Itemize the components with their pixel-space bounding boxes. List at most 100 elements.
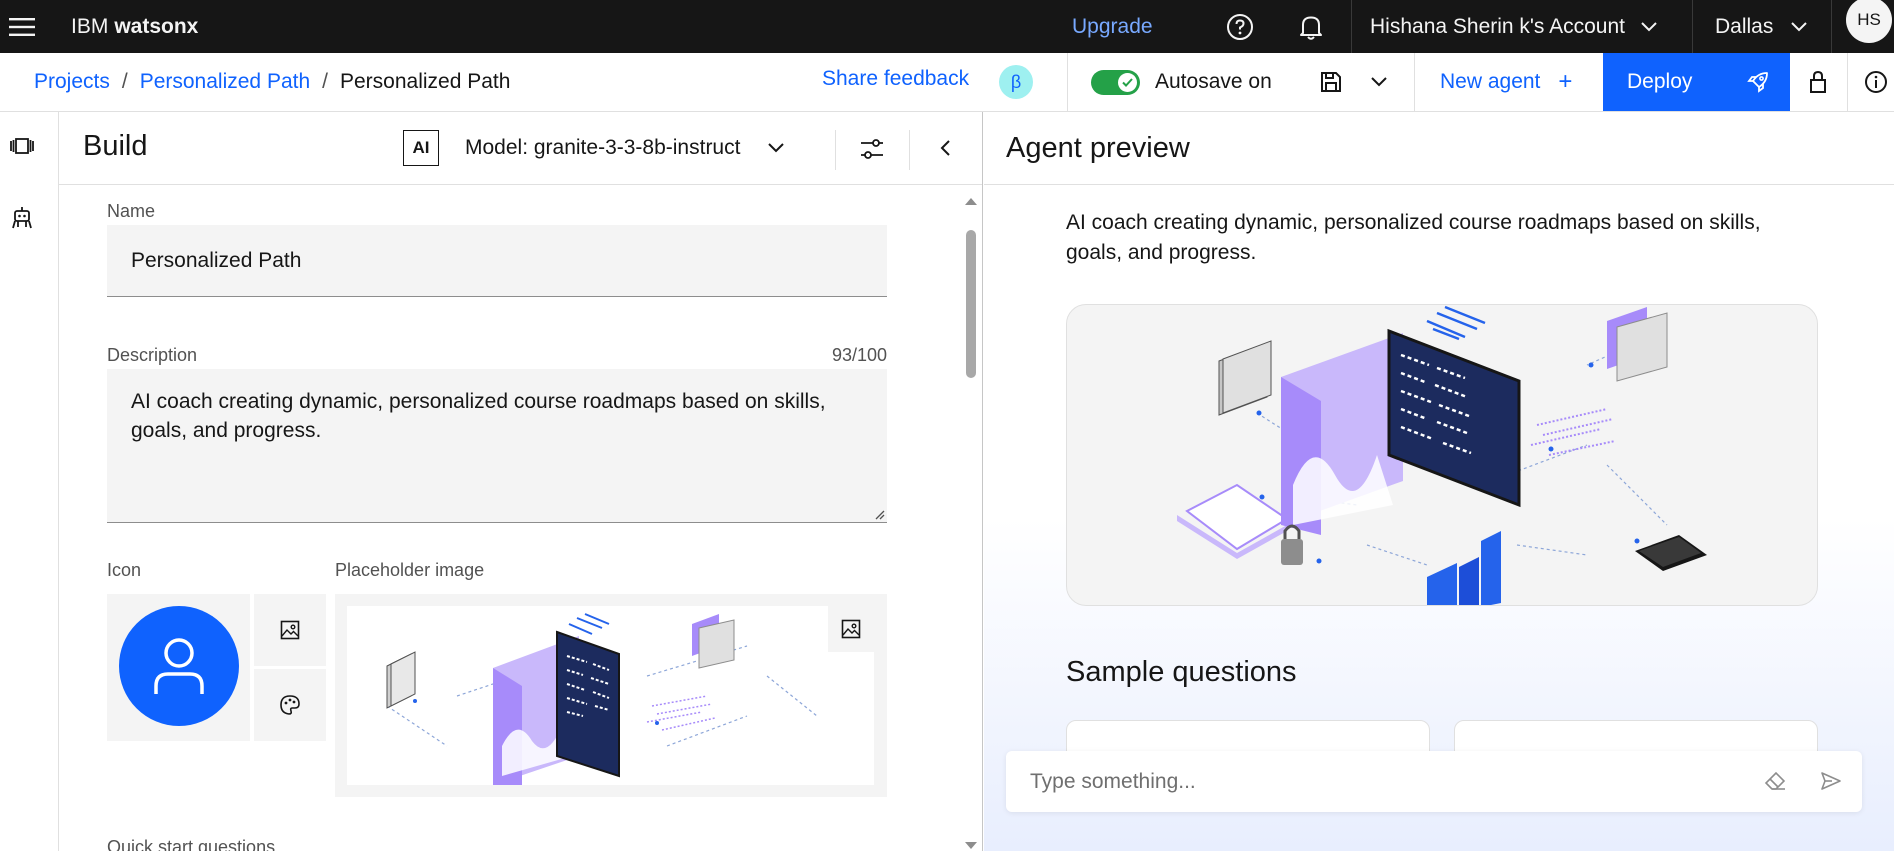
chevron-left-icon (940, 140, 950, 156)
region-switcher[interactable]: Dallas (1715, 0, 1808, 53)
avatar-initials: HS (1857, 10, 1881, 29)
project-header: Projects / Personalized Path / Personali… (0, 53, 1894, 112)
name-input[interactable]: Personalized Path (107, 225, 887, 297)
divider (1831, 0, 1832, 53)
chat-input-placeholder: Type something... (1030, 769, 1196, 793)
chevron-down-icon (1791, 21, 1808, 31)
description-value: AI coach creating dynamic, personalized … (131, 390, 826, 442)
sample-questions-heading: Sample questions (1066, 656, 1297, 688)
placeholder-image (347, 606, 874, 785)
share-feedback-link[interactable]: Share feedback (822, 50, 969, 108)
eraser-icon[interactable] (1764, 771, 1786, 791)
save-options-dropdown[interactable] (1370, 53, 1388, 111)
quick-start-questions-label: Quick start questions (107, 837, 276, 851)
icon-color-button[interactable] (254, 669, 326, 741)
autosave-label: Autosave on (1155, 70, 1272, 93)
build-title: Build (83, 130, 148, 162)
lock-icon (1810, 70, 1826, 93)
palette-icon (280, 695, 300, 715)
product-brand[interactable]: IBM watsonx (71, 0, 198, 53)
chat-input-bar[interactable]: Type something... (1006, 751, 1862, 812)
collapse-panel-button[interactable] (935, 136, 955, 160)
placeholder-image-tile (335, 594, 887, 797)
info-icon (1865, 71, 1887, 93)
description-char-count: 93/100 (831, 345, 887, 365)
deploy-label: Deploy (1627, 70, 1693, 93)
image-icon (280, 620, 300, 640)
scroll-down-arrow-icon[interactable] (964, 841, 978, 851)
scrollbar-thumb[interactable] (966, 230, 976, 378)
chevron-down-icon (1641, 21, 1657, 31)
scrollbar[interactable] (963, 190, 979, 851)
description-textarea[interactable]: AI coach creating dynamic, personalized … (107, 369, 887, 523)
new-agent-button[interactable]: New agent + (1440, 53, 1572, 111)
menu-icon (9, 17, 35, 36)
user-avatar[interactable]: HS (1846, 0, 1892, 43)
model-settings-button[interactable] (859, 136, 885, 162)
breadcrumb-projects[interactable]: Projects (34, 70, 110, 94)
account-name: Hishana Sherin k's Account (1370, 14, 1625, 38)
agent-avatar (119, 606, 239, 726)
chevron-down-icon (768, 143, 785, 153)
rail-configuration-button[interactable] (8, 134, 36, 158)
toggle-knob (1118, 72, 1137, 92)
icon-preview-tile (107, 594, 250, 741)
save-icon (1321, 72, 1341, 92)
description-label: Description (107, 345, 198, 365)
divider (984, 184, 1894, 185)
breadcrumb-current: Personalized Path (340, 70, 511, 93)
toggle-switch[interactable] (1091, 69, 1140, 95)
agent-preview-panel: Agent preview AI coach creating dynamic,… (984, 112, 1894, 851)
resize-handle-icon[interactable] (873, 508, 885, 520)
bell-icon (1300, 16, 1322, 40)
agent-illustration (1177, 305, 1707, 605)
build-form: Name Personalized Path Description 93/10… (59, 185, 982, 851)
sliders-icon (861, 139, 883, 159)
ai-badge-label: AI (412, 138, 430, 157)
build-panel: Build AI Model: granite-3-3-8b-instruct … (59, 112, 983, 851)
left-rail (0, 112, 59, 851)
rail-agent-button[interactable] (8, 204, 36, 230)
agent-description: AI coach creating dynamic, personalized … (1066, 211, 1761, 264)
bot-icon (12, 207, 32, 229)
icon-label: Icon (107, 560, 142, 580)
placeholder-image-label: Placeholder image (335, 560, 485, 580)
deploy-button[interactable]: Deploy (1603, 53, 1790, 111)
divider (1067, 53, 1068, 111)
info-button[interactable] (1864, 53, 1888, 111)
help-icon (1227, 13, 1253, 40)
divider (1847, 53, 1848, 111)
lock-button[interactable] (1806, 53, 1830, 111)
notifications-button[interactable] (1296, 0, 1326, 53)
add-icon: + (1558, 68, 1573, 95)
carousel-icon (10, 138, 34, 154)
model-dropdown[interactable]: Model: granite-3-3-8b-instruct (465, 126, 785, 170)
brand-name: watsonx (114, 14, 199, 38)
divider (1351, 0, 1352, 53)
divider (1414, 53, 1415, 111)
placeholder-illustration (386, 613, 818, 785)
autosave-toggle[interactable]: Autosave on (1091, 53, 1272, 111)
scroll-up-arrow-icon[interactable] (964, 196, 978, 206)
region-name: Dallas (1715, 14, 1774, 38)
name-label: Name (107, 201, 156, 221)
user-icon (154, 638, 204, 694)
top-navigation-bar: IBM watsonx Upgrade Hishana Sherin k's A… (0, 0, 1894, 53)
send-icon[interactable] (1820, 771, 1842, 791)
name-value: Personalized Path (131, 248, 302, 272)
save-button[interactable] (1319, 53, 1343, 111)
chevron-down-icon (1371, 77, 1387, 87)
rocket-icon (1747, 72, 1769, 93)
upload-icon-button[interactable] (254, 594, 326, 666)
new-agent-label: New agent (1440, 70, 1541, 93)
upload-placeholder-image-button[interactable] (828, 606, 874, 652)
beta-badge: β (999, 65, 1033, 99)
breadcrumb-separator: / (121, 70, 128, 93)
upgrade-link[interactable]: Upgrade (1072, 0, 1153, 53)
ai-badge: AI (403, 130, 439, 166)
hamburger-menu-button[interactable] (0, 0, 44, 53)
help-button[interactable] (1224, 0, 1256, 53)
breadcrumb-project[interactable]: Personalized Path (140, 70, 310, 94)
account-switcher[interactable]: Hishana Sherin k's Account (1370, 0, 1657, 53)
image-icon (841, 619, 861, 639)
